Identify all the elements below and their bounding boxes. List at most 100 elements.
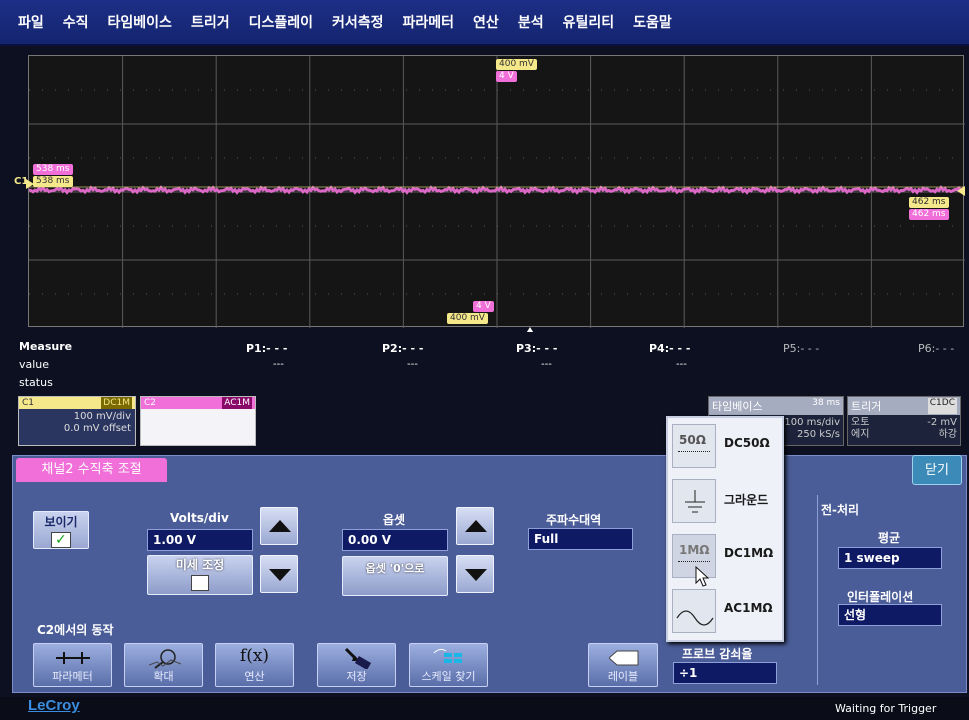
ac-wave-symbol xyxy=(676,610,714,626)
menu-utilities[interactable]: 유틸리티 xyxy=(563,12,615,32)
label-tool-button[interactable]: 레이블 xyxy=(588,643,658,687)
volts-div-down-button[interactable] xyxy=(260,555,298,593)
status-bar: LeCroy Waiting for Trigger xyxy=(0,697,969,720)
menu-bar: 파일 수직 타임베이스 트리거 디스플레이 커서측정 파라메터 연산 분석 유틸… xyxy=(0,0,969,46)
fine-adjust-label: 미세 조정 xyxy=(175,558,225,572)
c1-level-arrow-icon xyxy=(26,179,34,189)
average-label: 평균 xyxy=(878,531,901,545)
timebase-delay: 38 ms xyxy=(812,398,840,408)
volts-div-field[interactable]: 1.00 V xyxy=(147,529,253,551)
waveform-grid[interactable]: 400 mV 4 V 538 ms 538 ms 462 ms 462 ms 4… xyxy=(28,55,965,328)
left-time-tag-c2: 538 ms xyxy=(33,164,73,175)
probe-attenuation-field[interactable]: ÷1 xyxy=(673,662,777,684)
offset-zero-button[interactable]: 옵셋 '0'으로 xyxy=(342,556,448,596)
param-p6[interactable]: P6:- - - xyxy=(918,342,954,355)
c2-descriptor[interactable]: C2 AC1M xyxy=(140,396,256,446)
coupling-dc1m-option[interactable]: 1MΩ DC1MΩ xyxy=(672,531,782,581)
interpolation-field[interactable]: 선형 xyxy=(838,604,942,626)
save-tool-label: 저장 xyxy=(346,670,367,683)
coupling-dc50-option[interactable]: 50Ω DC50Ω xyxy=(672,421,782,471)
right-time-tag-c1: 462 ms xyxy=(909,197,949,208)
show-trace-button[interactable]: 보이기 ✓ xyxy=(33,511,89,549)
right-level-arrow-icon xyxy=(957,186,965,196)
coupling-ground-option[interactable]: 그라운드 xyxy=(672,476,782,526)
menu-math[interactable]: 연산 xyxy=(473,12,499,32)
menu-vertical[interactable]: 수직 xyxy=(63,12,89,32)
c2-coupling: AC1M xyxy=(222,397,252,409)
param-p3[interactable]: P3:- - - xyxy=(516,342,557,355)
probe-attenuation-label: 프로브 감쇠율 xyxy=(682,647,753,661)
c2-descriptor-header: C2 AC1M xyxy=(141,397,255,409)
zoom-icon xyxy=(149,649,181,669)
param-p1[interactable]: P1:- - - xyxy=(246,342,287,355)
bandwidth-label: 주파수대역 xyxy=(546,513,602,527)
param-p2[interactable]: P2:- - - xyxy=(382,342,423,355)
menu-measure[interactable]: 파라메터 xyxy=(403,12,455,32)
zoom-tool-button[interactable]: 확대 xyxy=(124,643,203,687)
offset-field[interactable]: 0.00 V xyxy=(342,529,448,551)
check-icon: ✓ xyxy=(55,532,67,548)
menu-file[interactable]: 파일 xyxy=(18,12,44,32)
find-scale-tool-button[interactable]: 스케일 찾기 xyxy=(409,643,488,687)
right-time-tag-c2: 462 ms xyxy=(909,209,949,220)
fine-adjust-checkbox[interactable] xyxy=(191,575,209,591)
c2-name: C2 xyxy=(144,398,157,408)
dc1m-icon-text: 1MΩ xyxy=(679,543,710,557)
arrow-up-icon xyxy=(269,520,291,532)
measure-title: Measure xyxy=(19,340,73,353)
menu-help[interactable]: 도움말 xyxy=(633,12,672,32)
param-p5[interactable]: P5:- - - xyxy=(783,342,819,355)
param-p4[interactable]: P4:- - - xyxy=(649,342,690,355)
find-scale-icon xyxy=(433,648,462,663)
param-p1-value: --- xyxy=(273,359,284,370)
dc50-icon-line xyxy=(678,451,710,452)
menu-analysis[interactable]: 분석 xyxy=(518,12,544,32)
save-tool-button[interactable]: 저장 xyxy=(317,643,396,687)
coupling-ac1m-option[interactable]: AC1MΩ xyxy=(672,586,782,636)
top-trigger-tag: 4 V xyxy=(496,71,517,82)
bandwidth-field[interactable]: Full xyxy=(528,528,633,550)
dc1m-icon: 1MΩ xyxy=(672,534,716,578)
ac1m-icon xyxy=(672,589,716,633)
arrow-down-icon xyxy=(269,569,291,581)
parameter-tool-button[interactable]: 파라메터 xyxy=(33,643,112,687)
c1-descriptor[interactable]: C1 DC1M 100 mV/div 0.0 mV offset xyxy=(18,396,136,446)
label-tool-label: 레이블 xyxy=(607,670,639,683)
ground-symbol xyxy=(685,490,705,513)
offset-down-button[interactable] xyxy=(456,555,494,593)
trigger-level: -2 mV xyxy=(927,417,957,428)
volts-div-up-button[interactable] xyxy=(260,507,298,545)
trigger-title: 트리거 xyxy=(851,400,882,413)
trigger-descriptor[interactable]: 트리거 C1DC 오토 에지 -2 mV 하강 xyxy=(847,396,961,446)
show-trace-checkbox[interactable]: ✓ xyxy=(51,532,71,548)
menu-cursors[interactable]: 커서측정 xyxy=(332,12,384,32)
menu-timebase[interactable]: 타임베이스 xyxy=(108,12,172,32)
arrow-up-icon xyxy=(465,520,487,532)
trigger-mode: 오토 xyxy=(851,417,870,428)
dc50-icon: 50Ω xyxy=(672,424,716,468)
c1-name: C1 xyxy=(22,398,35,408)
label-icon xyxy=(609,650,639,666)
tab-channel2-vertical[interactable]: 채널2 수직축 조절 xyxy=(16,458,167,482)
c1-vdiv: 100 mV/div xyxy=(73,411,131,422)
c1-coupling: DC1M xyxy=(101,397,132,409)
fine-adjust-button[interactable]: 미세 조정 xyxy=(147,555,253,595)
show-trace-label: 보이기 xyxy=(44,515,78,529)
math-tool-button[interactable]: f(x) 연산 xyxy=(215,643,294,687)
timebase-title: 타임베이스 xyxy=(712,400,763,413)
c1-offset: 0.0 mV offset xyxy=(63,423,131,434)
menu-trigger[interactable]: 트리거 xyxy=(191,12,230,32)
volts-div-label: Volts/div xyxy=(170,511,229,525)
menu-display[interactable]: 디스플레이 xyxy=(249,12,313,32)
trigger-type: 에지 xyxy=(851,429,870,440)
coupling-dc50-label: DC50Ω xyxy=(724,436,770,450)
offset-label: 옵셋 xyxy=(383,513,406,527)
offset-up-button[interactable] xyxy=(456,507,494,545)
coupling-ground-label: 그라운드 xyxy=(724,493,769,507)
top-vscale-tag: 400 mV xyxy=(496,59,537,70)
close-button[interactable]: 닫기 xyxy=(912,455,962,485)
parameter-icon xyxy=(56,652,90,664)
find-scale-tool-label: 스케일 찾기 xyxy=(421,670,476,683)
average-field[interactable]: 1 sweep xyxy=(838,547,942,569)
acquisition-status: Waiting for Trigger xyxy=(835,702,937,715)
